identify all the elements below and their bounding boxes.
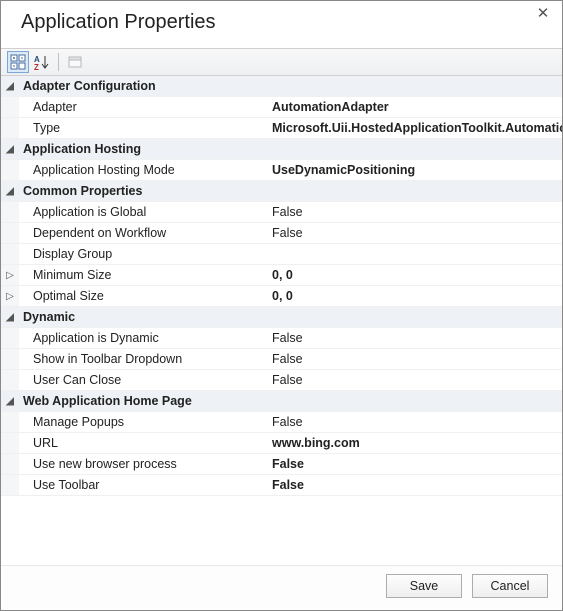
category-label: Application Hosting [19, 139, 268, 159]
property-label: Optimal Size [19, 286, 268, 306]
property-label: Use new browser process [19, 454, 268, 474]
alphabetical-icon: A Z [34, 54, 50, 70]
property-value[interactable]: False [268, 223, 562, 243]
dialog-buttons: Save Cancel [1, 565, 562, 610]
property-row[interactable]: AdapterAutomationAdapter [1, 97, 562, 118]
property-label: Minimum Size [19, 265, 268, 285]
property-row[interactable]: Show in Toolbar DropdownFalse [1, 349, 562, 370]
property-row[interactable]: TypeMicrosoft.Uii.HostedApplicationToolk… [1, 118, 562, 139]
property-value[interactable]: AutomationAdapter [268, 97, 562, 117]
property-row[interactable]: User Can CloseFalse [1, 370, 562, 391]
property-label: Application is Dynamic [19, 328, 268, 348]
expand-collapse-icon[interactable]: ▷ [6, 270, 14, 281]
property-value[interactable]: www.bing.com [268, 433, 562, 453]
property-value[interactable]: False [268, 454, 562, 474]
property-row[interactable]: URLwww.bing.com [1, 433, 562, 454]
expand-collapse-icon[interactable]: ▷ [6, 291, 14, 302]
category-label: Dynamic [19, 307, 268, 327]
property-row[interactable]: Display Group [1, 244, 562, 265]
property-value[interactable] [268, 244, 562, 264]
alphabetical-view-button[interactable]: A Z [31, 51, 53, 73]
property-label: Display Group [19, 244, 268, 264]
property-row[interactable]: Application is GlobalFalse [1, 202, 562, 223]
category-header[interactable]: ◢ Application Hosting [1, 139, 562, 160]
property-label: Dependent on Workflow [19, 223, 268, 243]
close-button[interactable]: ✕ [532, 5, 554, 25]
dialog-title: Application Properties [1, 1, 562, 48]
property-row[interactable]: Application is DynamicFalse [1, 328, 562, 349]
properties-dialog: ✕ Application Properties A Z [0, 0, 563, 611]
property-label: User Can Close [19, 370, 268, 390]
property-row[interactable]: ▷ Minimum Size0, 0 [1, 265, 562, 286]
save-button[interactable]: Save [386, 574, 462, 598]
property-label: Type [19, 118, 268, 138]
categorized-view-button[interactable] [7, 51, 29, 73]
category-label: Web Application Home Page [19, 391, 268, 411]
property-row[interactable]: Use ToolbarFalse [1, 475, 562, 496]
property-row[interactable]: ▷ Optimal Size0, 0 [1, 286, 562, 307]
property-pages-button[interactable] [64, 51, 86, 73]
property-grid[interactable]: ◢ Adapter ConfigurationAdapterAutomationA… [1, 76, 562, 565]
svg-text:Z: Z [34, 63, 39, 70]
property-row[interactable]: Dependent on WorkflowFalse [1, 223, 562, 244]
cancel-button[interactable]: Cancel [472, 574, 548, 598]
category-label: Adapter Configuration [19, 76, 268, 96]
property-value[interactable]: False [268, 328, 562, 348]
property-pages-icon [67, 54, 83, 70]
property-value[interactable]: False [268, 202, 562, 222]
property-label: Show in Toolbar Dropdown [19, 349, 268, 369]
expand-collapse-icon[interactable]: ◢ [6, 396, 14, 407]
property-value[interactable]: False [268, 370, 562, 390]
property-label: Manage Popups [19, 412, 268, 432]
property-value[interactable]: 0, 0 [268, 286, 562, 306]
property-row[interactable]: Manage PopupsFalse [1, 412, 562, 433]
category-header[interactable]: ◢ Dynamic [1, 307, 562, 328]
property-value[interactable]: False [268, 412, 562, 432]
property-label: Adapter [19, 97, 268, 117]
category-header[interactable]: ◢ Adapter Configuration [1, 76, 562, 97]
category-label: Common Properties [19, 181, 268, 201]
property-label: Use Toolbar [19, 475, 268, 495]
property-value[interactable]: 0, 0 [268, 265, 562, 285]
property-grid-toolbar: A Z [1, 48, 562, 76]
property-label: URL [19, 433, 268, 453]
property-value[interactable]: Microsoft.Uii.HostedApplicationToolkit.A… [268, 118, 562, 138]
property-value[interactable]: UseDynamicPositioning [268, 160, 562, 180]
property-value[interactable]: False [268, 349, 562, 369]
expand-collapse-icon[interactable]: ◢ [6, 81, 14, 92]
expand-collapse-icon[interactable]: ◢ [6, 144, 14, 155]
property-label: Application is Global [19, 202, 268, 222]
categorized-icon [10, 54, 26, 70]
property-row[interactable]: Application Hosting ModeUseDynamicPositi… [1, 160, 562, 181]
category-header[interactable]: ◢ Web Application Home Page [1, 391, 562, 412]
category-header[interactable]: ◢ Common Properties [1, 181, 562, 202]
expand-collapse-icon[interactable]: ◢ [6, 186, 14, 197]
expand-collapse-icon[interactable]: ◢ [6, 312, 14, 323]
property-label: Application Hosting Mode [19, 160, 268, 180]
property-row[interactable]: Use new browser processFalse [1, 454, 562, 475]
property-value[interactable]: False [268, 475, 562, 495]
toolbar-separator [58, 53, 59, 71]
